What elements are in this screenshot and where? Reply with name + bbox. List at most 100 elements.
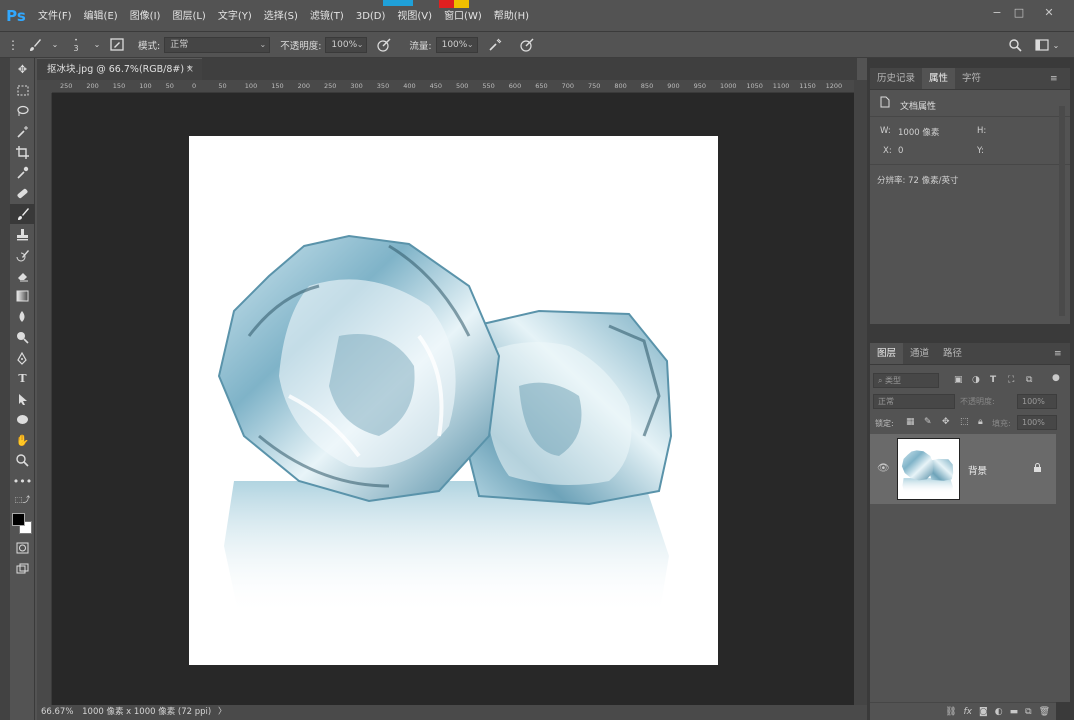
swap-colors-icon[interactable]: ⬚⤴ (10, 492, 35, 508)
menu-file[interactable]: 文件(F) (32, 0, 78, 32)
move-tool-icon[interactable]: ✥ (10, 58, 35, 80)
layer-row-background[interactable]: 👁︎ 背景 (870, 434, 1056, 504)
eyedropper-tool-icon[interactable] (10, 162, 35, 183)
layer-name[interactable]: 背景 (968, 463, 987, 477)
vertical-ruler[interactable] (37, 93, 52, 705)
horizontal-ruler[interactable]: 250 200 150 100 50 0 50 100 150 200 250 300 350 400 45… (52, 80, 854, 93)
lock-position-icon[interactable]: ✥ (942, 417, 950, 427)
tab-channels[interactable]: 通道 (903, 343, 936, 364)
brush-size-picker[interactable]: • 3 (64, 35, 88, 55)
pressure-opacity-icon[interactable] (373, 35, 395, 55)
history-brush-tool-icon[interactable] (10, 245, 35, 266)
type-filter-icon[interactable]: T (990, 375, 996, 385)
menu-type[interactable]: 文字(Y) (212, 0, 258, 32)
color-swatches[interactable] (10, 508, 35, 538)
layers-panel: 图层 通道 路径 ≡ ⌕ 类型 ▣ ◑ T ⛶ ⧉ ● 正常 不透明度: 100… (870, 343, 1070, 702)
ruler-tick-label: 650 (535, 82, 548, 90)
menu-layer[interactable]: 图层(L) (166, 0, 211, 32)
ellipse-tool-icon[interactable] (10, 410, 35, 431)
eraser-tool-icon[interactable] (10, 265, 35, 286)
maximize-button[interactable]: □ (1006, 5, 1032, 21)
new-layer-icon[interactable]: ⧉ (1025, 707, 1031, 717)
vertical-scrollbar[interactable] (854, 80, 867, 705)
pixel-filter-icon[interactable]: ▣ (954, 375, 963, 385)
path-selection-tool-icon[interactable] (10, 389, 35, 410)
menu-select[interactable]: 选择(S) (258, 0, 304, 32)
resolution-value: 分辨率: 72 像素/英寸 (877, 176, 959, 186)
more-tools-icon[interactable]: ••• (10, 471, 35, 492)
close-icon[interactable]: × (186, 59, 194, 81)
delete-layer-icon[interactable]: 🗑︎ (1039, 707, 1050, 717)
chevron-down-icon[interactable]: ⌄ (50, 35, 60, 55)
hand-tool-icon[interactable]: ✋ (10, 430, 35, 451)
flow-value: 100% (441, 39, 468, 50)
crop-tool-icon[interactable] (10, 142, 35, 163)
fill-input[interactable]: 100% (1017, 415, 1057, 430)
layer-style-icon[interactable]: fx (964, 707, 973, 717)
chevron-down-icon[interactable]: ⌄ (92, 35, 102, 55)
pen-tool-icon[interactable] (10, 348, 35, 369)
close-button[interactable]: ✕ (1036, 5, 1062, 21)
adjustment-layer-icon[interactable]: ◐ (995, 707, 1003, 717)
flow-input[interactable]: 100% ⌄ (435, 36, 478, 53)
gradient-tool-icon[interactable] (10, 286, 35, 307)
brush-tool-preset-icon[interactable] (24, 35, 46, 55)
brush-tool-icon[interactable] (10, 203, 35, 225)
panel-menu-icon[interactable]: ≡ (1054, 349, 1062, 359)
clone-stamp-tool-icon[interactable] (10, 224, 35, 245)
ruler-corner[interactable] (37, 80, 52, 93)
zoom-tool-icon[interactable] (10, 451, 35, 472)
link-layers-icon[interactable]: ⛓ (945, 707, 956, 717)
shape-filter-icon[interactable]: ⛶ (1008, 375, 1014, 385)
search-icon[interactable] (1004, 35, 1026, 55)
lock-pixels-icon[interactable]: ✎ (924, 417, 932, 427)
document-canvas[interactable] (189, 136, 718, 665)
airbrush-icon[interactable] (484, 35, 506, 55)
tab-history[interactable]: 历史记录 (870, 68, 922, 89)
tab-character[interactable]: 字符 (955, 68, 988, 89)
smart-object-filter-icon[interactable]: ⧉ (1026, 375, 1032, 385)
lock-artboard-icon[interactable]: ⬚ (960, 417, 969, 427)
lasso-tool-icon[interactable] (10, 101, 35, 122)
marquee-tool-icon[interactable] (10, 80, 35, 101)
menu-edit[interactable]: 编辑(E) (78, 0, 124, 32)
tab-paths[interactable]: 路径 (936, 343, 969, 364)
ruler-tick-label: 600 (508, 82, 522, 90)
zoom-level[interactable]: 66.67% (41, 707, 73, 717)
mode-select[interactable]: 正常 ⌄ (164, 36, 271, 53)
add-mask-icon[interactable]: ◙ (979, 707, 988, 717)
status-menu-arrow[interactable]: 〉 (218, 707, 227, 717)
filter-toggle-icon[interactable]: ● (1052, 373, 1060, 383)
healing-brush-tool-icon[interactable] (10, 183, 35, 204)
chevron-down-icon[interactable]: ⌄ (1050, 35, 1062, 55)
dodge-tool-icon[interactable] (10, 327, 35, 348)
x-value[interactable]: 0 (898, 146, 903, 156)
opacity-input[interactable]: 100% ⌄ (325, 36, 368, 53)
magic-wand-tool-icon[interactable] (10, 121, 35, 142)
menu-filter[interactable]: 滤镜(T) (304, 0, 350, 32)
brush-panel-toggle-icon[interactable] (106, 35, 128, 55)
panel-menu-icon[interactable]: ≡ (1050, 74, 1058, 84)
adjustment-filter-icon[interactable]: ◑ (972, 375, 980, 385)
width-value[interactable]: 1000 像素 (898, 126, 939, 138)
ruler-tick-label: 400 (403, 82, 416, 90)
foreground-color-swatch[interactable] (12, 512, 25, 526)
screen-mode-icon[interactable] (10, 558, 35, 579)
document-tab[interactable]: 抠冰块.jpg @ 66.7%(RGB/8#) * × (37, 58, 202, 80)
tab-properties[interactable]: 属性 (922, 68, 956, 89)
menu-image[interactable]: 图像(I) (124, 0, 167, 32)
quick-mask-icon[interactable] (10, 538, 35, 559)
type-tool-icon[interactable]: T (10, 368, 35, 389)
lock-all-icon[interactable]: 🔒︎ (978, 417, 983, 427)
visibility-eye-icon[interactable]: 👁︎ (877, 463, 890, 474)
layer-filter-input[interactable]: ⌕ 类型 (873, 373, 939, 388)
new-group-icon[interactable]: ▬ (1010, 707, 1019, 717)
menu-help[interactable]: 帮助(H) (488, 0, 535, 32)
layer-opacity-input[interactable]: 100% (1017, 394, 1057, 409)
properties-scrollbar[interactable] (1059, 106, 1065, 316)
tab-layers[interactable]: 图层 (870, 343, 904, 364)
blur-tool-icon[interactable] (10, 307, 35, 328)
lock-transparency-icon[interactable]: ▦ (906, 417, 915, 427)
pressure-size-icon[interactable] (516, 35, 538, 55)
blend-mode-select[interactable]: 正常 (873, 394, 955, 409)
